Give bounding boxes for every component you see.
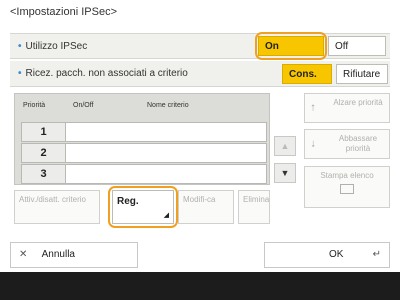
arrow-up-icon: ⭡: [311, 103, 316, 113]
packets-row: • Ricez. pacch. non associati a criterio …: [10, 61, 390, 87]
policy-table: Priorità On/Off Nome criterio 1 2 3: [14, 93, 270, 185]
row-priority: 2: [22, 144, 66, 162]
delete-button[interactable]: Elimina: [238, 190, 270, 224]
print-list-button[interactable]: Stampa elenco: [304, 166, 390, 208]
row-priority: 1: [22, 123, 66, 141]
table-header: Priorità On/Off Nome criterio: [15, 94, 271, 116]
page-title: <Impostazioni IPSec>: [10, 6, 118, 18]
refuse-button[interactable]: Rifiutare: [336, 64, 388, 84]
col-name: Nome criterio: [147, 102, 189, 109]
col-priority: Priorità: [23, 102, 46, 109]
ok-button[interactable]: OK ↵: [264, 242, 390, 268]
footer: ✕ Annulla OK ↵: [10, 242, 390, 268]
row-cell: [66, 144, 266, 162]
printer-icon: [340, 184, 354, 194]
packets-label: • Ricez. pacch. non associati a criterio: [18, 68, 188, 79]
chevron-up-icon: ▲: [280, 141, 290, 151]
bottom-bar: [0, 272, 400, 300]
chevron-down-icon: ▼: [280, 168, 290, 178]
ipsec-label: • Utilizzo IPSec: [18, 41, 88, 52]
scroll-down-button[interactable]: ▼: [274, 163, 296, 183]
arrow-down-icon: ⭣: [311, 139, 316, 149]
ipsec-row: • Utilizzo IPSec On Off: [10, 33, 390, 59]
accept-button[interactable]: Cons.: [282, 64, 332, 84]
col-onoff: On/Off: [73, 102, 94, 109]
raise-priority-button[interactable]: ⭡ Alzare priorità: [304, 93, 390, 123]
close-icon: ✕: [19, 249, 28, 260]
row-cell: [66, 123, 266, 141]
lower-priority-button[interactable]: ⭣ Abbassare priorità: [304, 129, 390, 159]
scroll-up-button[interactable]: ▲: [274, 136, 296, 156]
table-row[interactable]: 1: [21, 122, 267, 142]
table-row[interactable]: 3: [21, 164, 267, 184]
cancel-button[interactable]: ✕ Annulla: [10, 242, 138, 268]
enter-icon: ↵: [372, 249, 381, 260]
ipsec-off-button[interactable]: Off: [328, 36, 386, 56]
row-priority: 3: [22, 165, 66, 183]
on-highlight: [255, 32, 327, 60]
toggle-policy-button[interactable]: Attiv./disatt. criterio: [14, 190, 100, 224]
row-cell: [66, 165, 266, 183]
register-highlight: [108, 186, 178, 228]
edit-button[interactable]: Modifi-ca: [178, 190, 234, 224]
table-row[interactable]: 2: [21, 143, 267, 163]
